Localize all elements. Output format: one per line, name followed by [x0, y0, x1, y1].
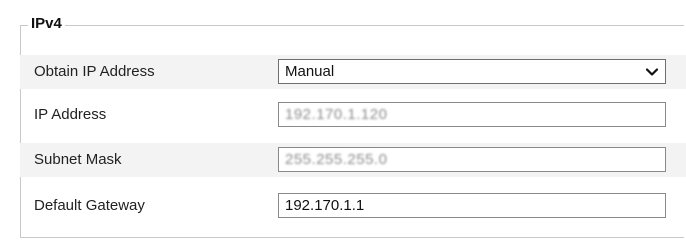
default-gateway-label: Default Gateway [34, 197, 145, 214]
obtain-ip-row: Obtain IP Address Manual [20, 55, 686, 89]
subnet-mask-value: 255.255.255.0 [285, 151, 388, 168]
subnet-mask-input[interactable]: 255.255.255.0 [278, 147, 666, 172]
chevron-down-icon [645, 68, 659, 76]
default-gateway-input[interactable]: 192.170.1.1 [278, 193, 666, 218]
ip-address-input[interactable]: 192.170.1.120 [278, 102, 666, 127]
default-gateway-row: Default Gateway 192.170.1.1 [20, 189, 686, 223]
ipv4-group-title: IPv4 [28, 14, 65, 34]
ip-address-row: IP Address 192.170.1.120 [20, 98, 686, 132]
obtain-ip-select[interactable]: Manual [278, 59, 666, 84]
obtain-ip-label: Obtain IP Address [34, 63, 155, 80]
subnet-mask-label: Subnet Mask [34, 151, 122, 168]
obtain-ip-selected-value: Manual [285, 63, 335, 80]
subnet-mask-row: Subnet Mask 255.255.255.0 [20, 143, 686, 177]
ip-address-label: IP Address [34, 106, 107, 123]
default-gateway-value: 192.170.1.1 [285, 197, 365, 214]
ip-address-value: 192.170.1.120 [285, 106, 388, 123]
